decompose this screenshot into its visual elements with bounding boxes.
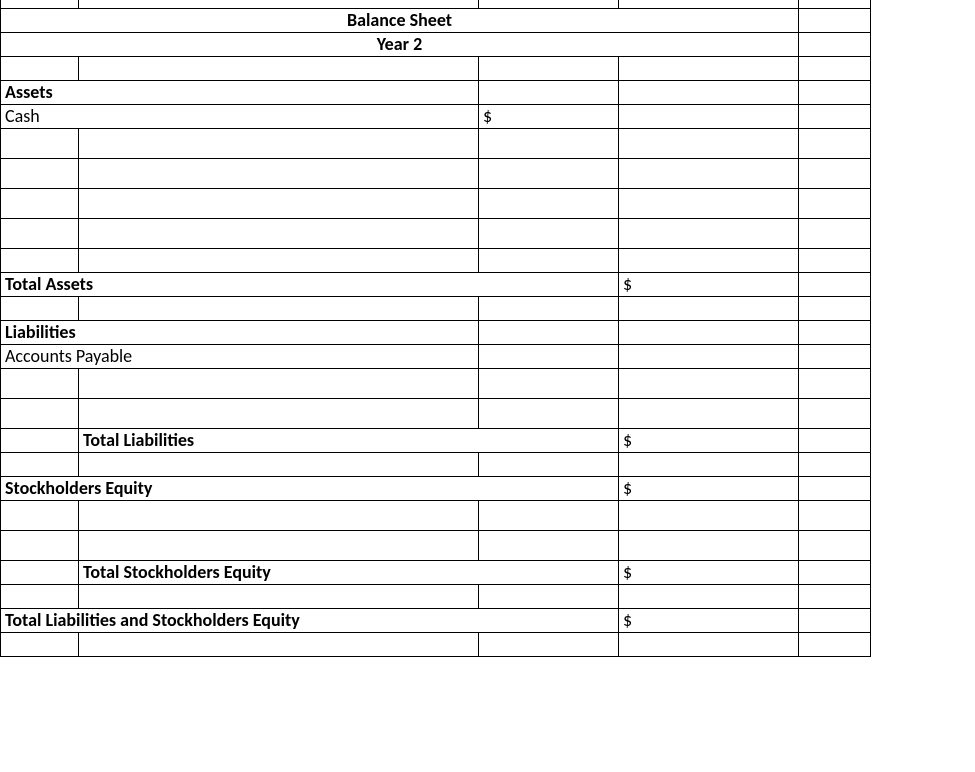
total-assets-label: Total Assets <box>1 272 619 296</box>
total-se-amount: $ <box>619 560 799 584</box>
table-row: Assets <box>1 80 871 104</box>
total-assets-amount: $ <box>619 272 799 296</box>
table-row <box>1 398 871 428</box>
table-row: Total Liabilities and Stockholders Equit… <box>1 608 871 632</box>
assets-header: Assets <box>1 80 479 104</box>
table-row <box>1 0 871 8</box>
table-row <box>1 530 871 560</box>
table-row: Total Liabilities $ <box>1 428 871 452</box>
table-row <box>1 632 871 656</box>
table-row <box>1 500 871 530</box>
stockholders-equity-amount: $ <box>619 476 799 500</box>
table-row: Cash $ <box>1 104 871 128</box>
table-row: Stockholders Equity $ <box>1 476 871 500</box>
table-row <box>1 56 871 80</box>
table-row <box>1 188 871 218</box>
table-row <box>1 158 871 188</box>
table-row: Balance Sheet <box>1 8 871 32</box>
table-row <box>1 218 871 248</box>
sheet-title: Balance Sheet <box>1 8 799 32</box>
balance-sheet-table: Balance Sheet Year 2 Assets Cash $ Total… <box>0 0 871 657</box>
line-ap-label: Accounts Payable <box>1 344 479 368</box>
line-cash-amount: $ <box>479 104 619 128</box>
line-cash-label: Cash <box>1 104 479 128</box>
sheet-subtitle: Year 2 <box>1 32 799 56</box>
table-row <box>1 296 871 320</box>
table-row <box>1 248 871 272</box>
total-se-label: Total Stockholders Equity <box>79 560 619 584</box>
grand-total-amount: $ <box>619 608 799 632</box>
table-row: Total Stockholders Equity $ <box>1 560 871 584</box>
table-row <box>1 368 871 398</box>
table-row <box>1 452 871 476</box>
table-row: Year 2 <box>1 32 871 56</box>
table-row: Total Assets $ <box>1 272 871 296</box>
table-row: Accounts Payable <box>1 344 871 368</box>
table-row <box>1 584 871 608</box>
table-row: Liabilities <box>1 320 871 344</box>
liabilities-header: Liabilities <box>1 320 479 344</box>
stockholders-equity-header: Stockholders Equity <box>1 476 619 500</box>
total-liabilities-amount: $ <box>619 428 799 452</box>
total-liabilities-label: Total Liabilities <box>79 428 619 452</box>
grand-total-label: Total Liabilities and Stockholders Equit… <box>1 608 619 632</box>
table-row <box>1 128 871 158</box>
